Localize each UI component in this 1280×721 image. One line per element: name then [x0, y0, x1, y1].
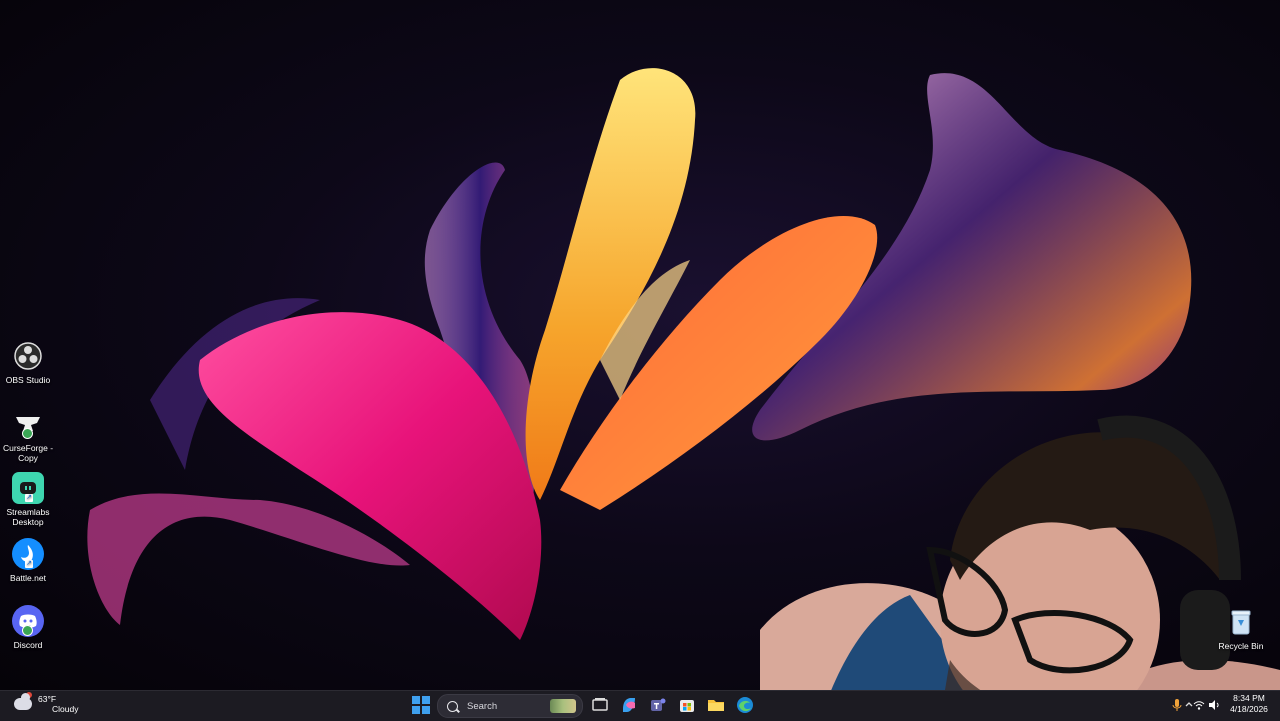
desktop-icon-label: Battle.net	[10, 573, 46, 583]
copilot-icon	[623, 698, 635, 712]
sync-check-icon	[22, 428, 33, 439]
desktop-icon-label: Discord	[13, 640, 43, 650]
notification-badge	[26, 692, 32, 698]
desktop-icon-discord[interactable]: Discord	[0, 605, 56, 650]
streamlabs-icon: ↗	[12, 472, 44, 504]
tray-microphone-icon[interactable]	[1172, 698, 1182, 714]
obs-icon	[12, 340, 44, 372]
weather-condition: Cloudy	[52, 704, 79, 714]
taskbar: 63°F Cloudy	[0, 690, 1280, 721]
search-placeholder: Search	[467, 700, 498, 712]
cloudy-weather-icon	[14, 692, 32, 710]
desktop-icon-battlenet[interactable]: ↗ Battle.net	[0, 538, 56, 583]
file-explorer-button[interactable]	[706, 695, 726, 715]
desktop-icon-streamlabs[interactable]: ↗ Streamlabs Desktop	[0, 472, 56, 527]
wifi-icon[interactable]	[1193, 699, 1205, 713]
desktop-icon-recycle-bin[interactable]: Recycle Bin	[1213, 606, 1269, 651]
file-explorer-icon	[708, 700, 724, 711]
desktop-icon-label: CurseForge - Copy	[2, 443, 54, 463]
webcam-overlay	[760, 400, 1280, 720]
clock-time: 8:34 PM	[1233, 693, 1265, 703]
task-view-button[interactable]	[590, 695, 610, 715]
discord-icon	[12, 605, 44, 637]
start-button[interactable]	[412, 696, 430, 714]
search-highlight-icon	[550, 699, 576, 713]
weather-widget[interactable]: 63°F Cloudy	[14, 692, 79, 714]
sync-check-icon	[22, 625, 33, 636]
microsoft-store-icon	[680, 700, 694, 712]
desktop-icon-obs[interactable]: OBS Studio	[0, 340, 56, 385]
edge-button[interactable]	[735, 695, 755, 715]
teams-icon	[651, 698, 666, 711]
copilot-button[interactable]	[619, 695, 639, 715]
volume-icon[interactable]	[1208, 699, 1220, 713]
microsoft-store-button[interactable]	[677, 695, 697, 715]
battlenet-icon: ↗	[12, 538, 44, 570]
desktop-icon-label: OBS Studio	[5, 375, 51, 385]
taskbar-search[interactable]: Search	[437, 694, 583, 718]
clock-date: 4/18/2026	[1230, 704, 1268, 714]
teams-button[interactable]	[648, 695, 668, 715]
weather-temperature: 63°F	[38, 694, 57, 704]
desktop-icon-label: Streamlabs Desktop	[6, 507, 50, 527]
recycle-bin-icon	[1225, 606, 1257, 638]
search-icon	[447, 700, 458, 712]
shortcut-arrow-icon: ↗	[25, 560, 33, 568]
task-view-icon	[592, 698, 608, 711]
desktop-icon-curseforge[interactable]: CurseForge - Copy	[0, 408, 56, 463]
edge-icon	[737, 697, 753, 713]
desktop-icon-label: Recycle Bin	[1218, 641, 1264, 651]
shortcut-arrow-icon: ↗	[25, 494, 33, 502]
curseforge-icon	[12, 408, 44, 440]
taskbar-clock[interactable]: 8:34 PM 4/18/2026	[1226, 693, 1272, 715]
start-icon	[412, 696, 420, 704]
